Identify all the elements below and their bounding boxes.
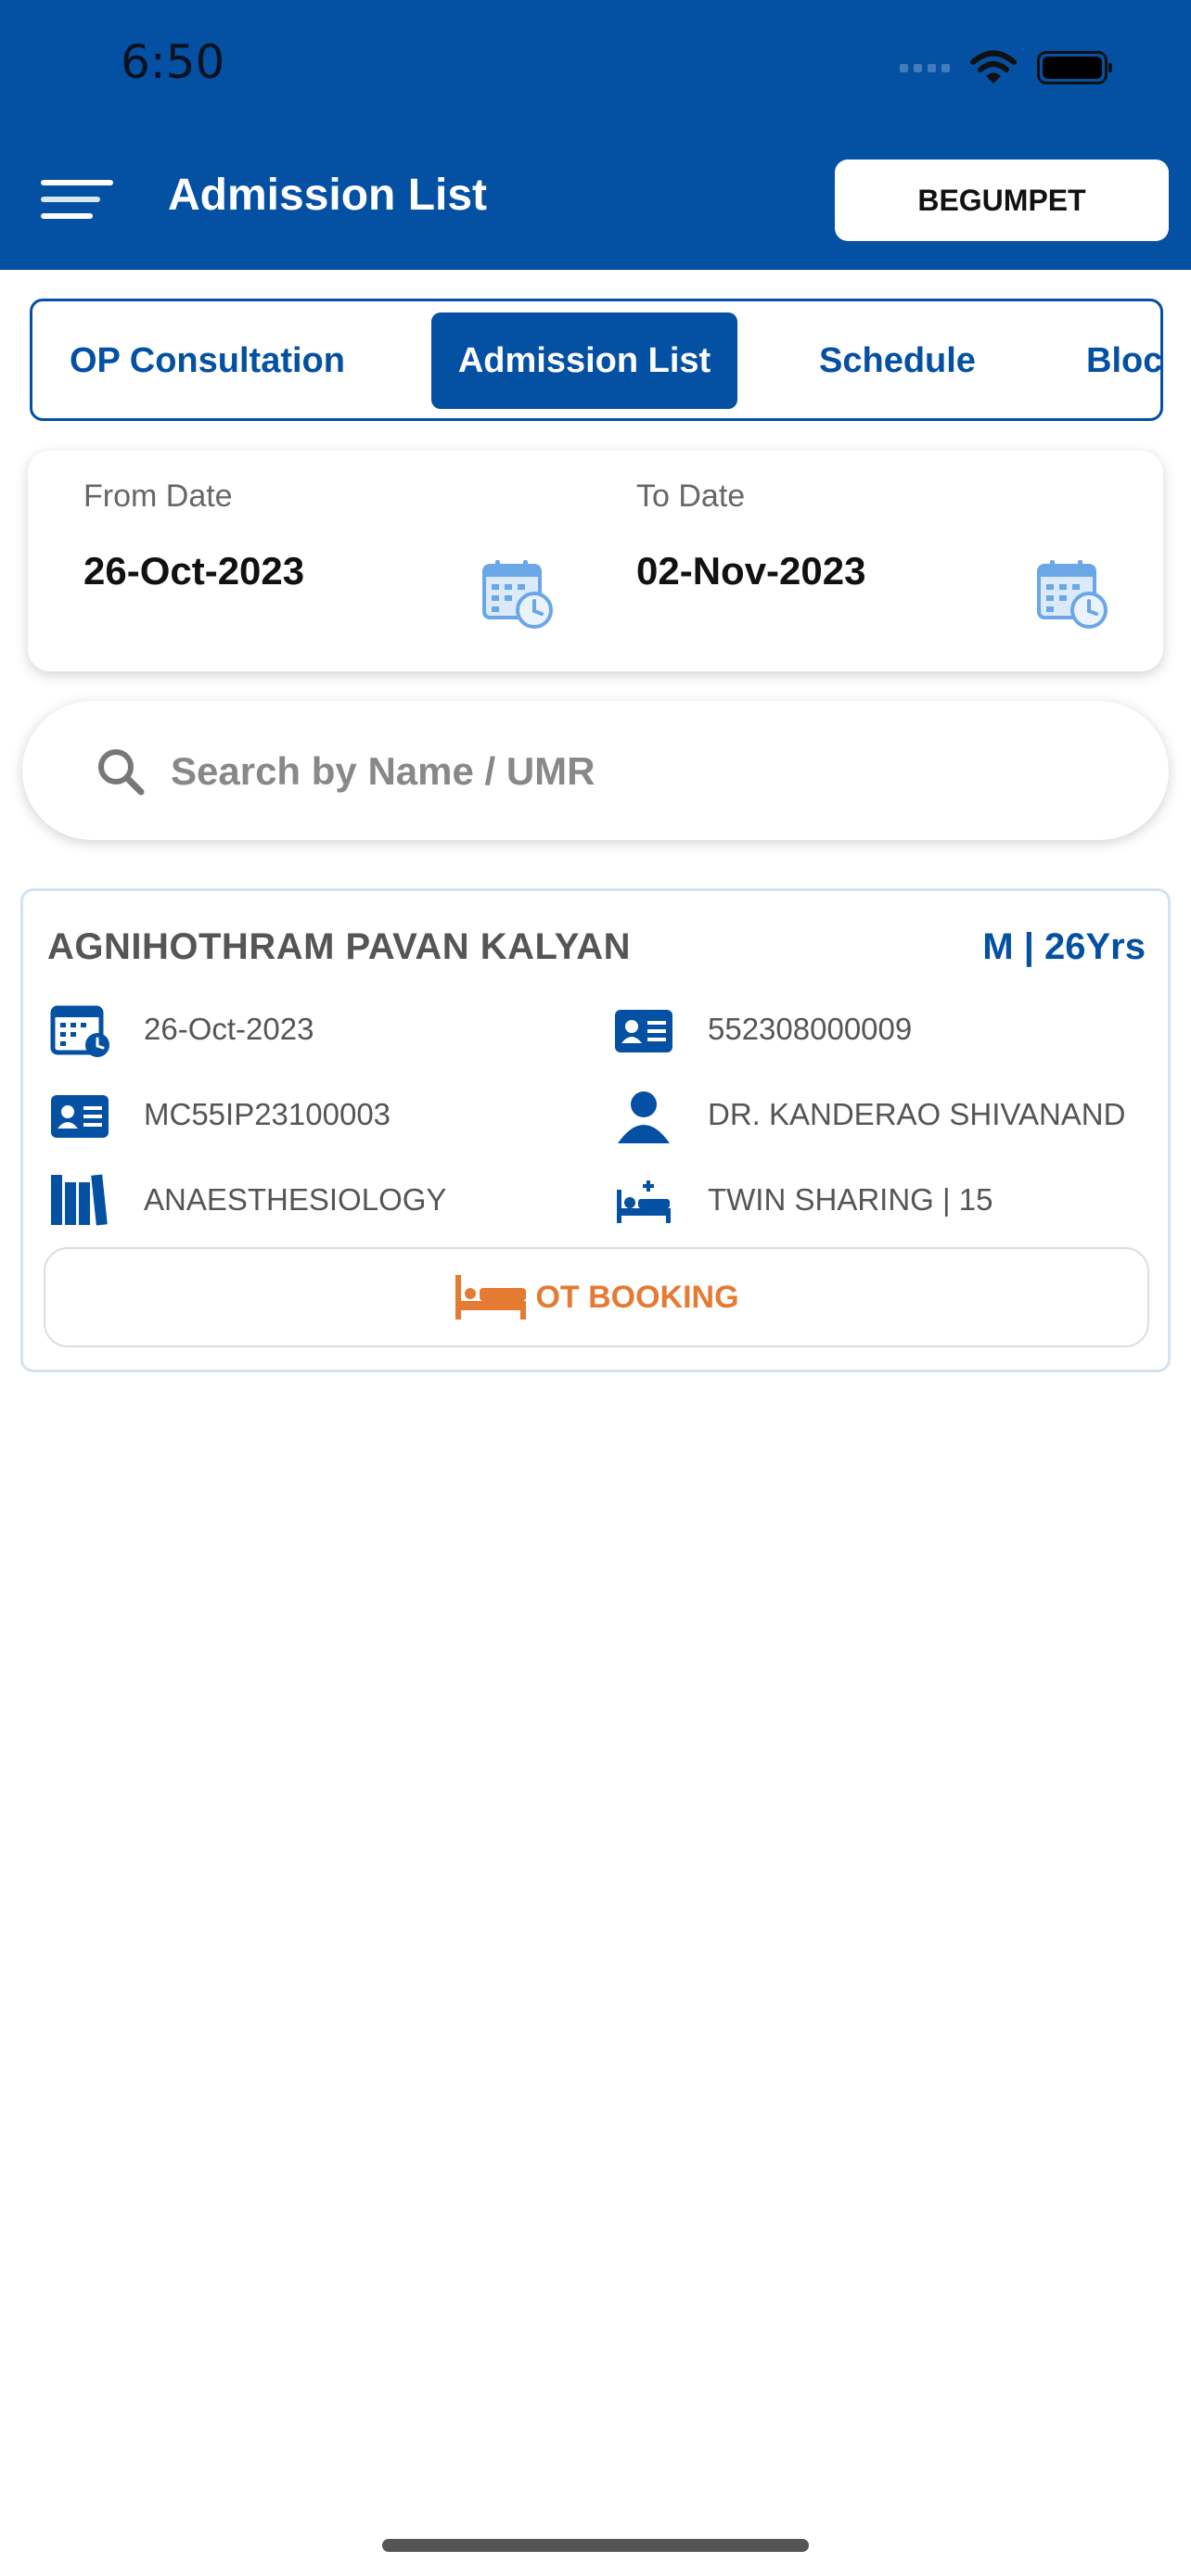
page-title: Admission List [168, 171, 488, 220]
ot-bed-icon [455, 1275, 527, 1320]
to-date-label: To Date [636, 478, 746, 514]
doctor-name: DR. KANDERAO SHIVANAND [708, 1097, 1126, 1131]
patient-name: AGNIHOTHRAM PAVAN KALYAN [47, 926, 632, 967]
ip-number: MC55IP23100003 [144, 1097, 391, 1131]
tab-admission-list[interactable]: Admission List [431, 312, 737, 409]
department: ANAESTHESIOLOGY [144, 1182, 447, 1217]
search-icon [98, 749, 145, 796]
id-card-icon [51, 1095, 109, 1138]
ot-booking-label: OT BOOKING [535, 1279, 739, 1315]
person-icon [618, 1091, 670, 1143]
tab-bloc[interactable]: Bloc [1086, 312, 1160, 409]
room-type: TWIN SHARING | 15 [708, 1182, 993, 1217]
tab-bar: OP Consultation Admission List Schedule … [30, 299, 1163, 421]
from-calendar-icon[interactable] [480, 558, 555, 631]
to-calendar-icon[interactable] [1035, 558, 1109, 631]
tab-schedule[interactable]: Schedule [819, 312, 976, 409]
status-icons [900, 45, 1112, 91]
signal-icon [900, 63, 950, 72]
umr-number: 552308000009 [708, 1012, 913, 1046]
date-range-card: From Date 26-Oct-2023 To Date 02-Nov-202… [28, 451, 1163, 671]
tab-op-consultation[interactable]: OP Consultation [70, 312, 345, 409]
battery-icon [1037, 51, 1112, 84]
menu-icon[interactable] [33, 167, 122, 232]
home-indicator[interactable] [382, 2539, 809, 2552]
id-card-icon [615, 1010, 672, 1052]
from-date-value[interactable]: 26-Oct-2023 [83, 549, 304, 593]
search-input[interactable] [171, 746, 1098, 797]
status-time: 6:50 [121, 35, 225, 89]
branch-selector-button[interactable]: BEGUMPET [835, 159, 1169, 241]
search-bar[interactable] [22, 701, 1169, 840]
calendar-clock-icon [50, 1005, 109, 1057]
wifi-icon [970, 50, 1017, 83]
bed-icon [617, 1180, 671, 1223]
admission-date: 26-Oct-2023 [144, 1012, 314, 1046]
from-date-label: From Date [83, 478, 233, 514]
ot-booking-button[interactable]: OT BOOKING [44, 1247, 1149, 1347]
to-date-value[interactable]: 02-Nov-2023 [636, 549, 865, 593]
books-icon [51, 1174, 108, 1226]
patient-card[interactable]: AGNIHOTHRAM PAVAN KALYAN M | 26Yrs 26-Oc… [20, 888, 1171, 1372]
app-header: 6:50 Admission List BEGUMPET [0, 0, 1191, 270]
patient-gender-age: M | 26Yrs [982, 926, 1146, 967]
